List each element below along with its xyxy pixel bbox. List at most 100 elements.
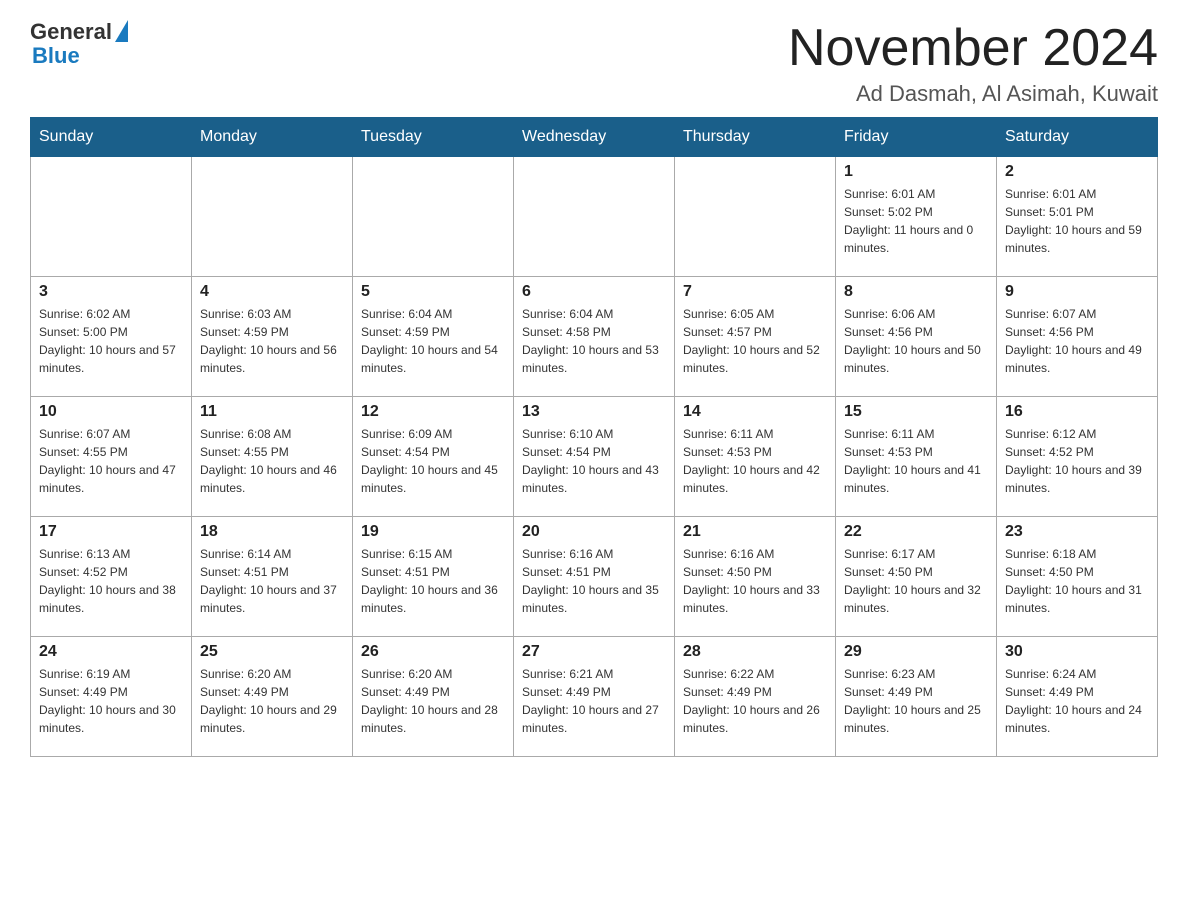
calendar-cell: 13 Sunrise: 6:10 AMSunset: 4:54 PMDayligh… xyxy=(514,397,675,517)
day-info: Sunrise: 6:11 AMSunset: 4:53 PMDaylight:… xyxy=(844,425,988,497)
calendar-cell: 20Sunrise: 6:16 AMSunset: 4:51 PMDayligh… xyxy=(514,517,675,637)
day-info: Sunrise: 6:18 AMSunset: 4:50 PMDaylight:… xyxy=(1005,545,1149,617)
day-number: 29 xyxy=(844,643,988,661)
day-number: 17 xyxy=(39,523,183,541)
day-info: Sunrise: 6:02 AMSunset: 5:00 PMDaylight:… xyxy=(39,305,183,377)
day-number: 18 xyxy=(200,523,344,541)
day-info: Sunrise: 6:01 AMSunset: 5:01 PMDaylight:… xyxy=(1005,185,1149,257)
day-info: Sunrise: 6:08 AMSunset: 4:55 PMDaylight:… xyxy=(200,425,344,497)
calendar-table: SundayMondayTuesdayWednesdayThursdayFrid… xyxy=(30,117,1158,757)
day-number: 14 xyxy=(683,403,827,421)
day-info: Sunrise: 6:10 AMSunset: 4:54 PMDaylight:… xyxy=(522,425,666,497)
calendar-cell: 12 Sunrise: 6:09 AMSunset: 4:54 PMDayligh… xyxy=(353,397,514,517)
calendar-cell: 14 Sunrise: 6:11 AMSunset: 4:53 PMDayligh… xyxy=(675,397,836,517)
calendar-cell: 28 Sunrise: 6:22 AMSunset: 4:49 PMDayligh… xyxy=(675,637,836,757)
weekday-header-monday: Monday xyxy=(192,118,353,157)
day-number: 23 xyxy=(1005,523,1149,541)
logo-text: General Blue xyxy=(30,20,128,68)
day-number: 6 xyxy=(522,283,666,301)
calendar-cell: 16 Sunrise: 6:12 AMSunset: 4:52 PMDayligh… xyxy=(997,397,1158,517)
calendar-cell xyxy=(514,157,675,277)
calendar-cell: 9Sunrise: 6:07 AMSunset: 4:56 PMDaylight… xyxy=(997,277,1158,397)
day-info: Sunrise: 6:11 AMSunset: 4:53 PMDaylight:… xyxy=(683,425,827,497)
day-info: Sunrise: 6:01 AMSunset: 5:02 PMDaylight:… xyxy=(844,185,988,257)
weekday-header-saturday: Saturday xyxy=(997,118,1158,157)
day-number: 19 xyxy=(361,523,505,541)
day-info: Sunrise: 6:06 AMSunset: 4:56 PMDaylight:… xyxy=(844,305,988,377)
weekday-header-sunday: Sunday xyxy=(31,118,192,157)
logo-blue: Blue xyxy=(30,43,80,68)
calendar-cell: 27 Sunrise: 6:21 AMSunset: 4:49 PMDayligh… xyxy=(514,637,675,757)
day-number: 26 xyxy=(361,643,505,661)
calendar-week-4: 17 Sunrise: 6:13 AMSunset: 4:52 PMDayligh… xyxy=(31,517,1158,637)
day-info: Sunrise: 6:09 AMSunset: 4:54 PMDaylight:… xyxy=(361,425,505,497)
day-info: Sunrise: 6:15 AMSunset: 4:51 PMDaylight:… xyxy=(361,545,505,617)
calendar-cell: 21 Sunrise: 6:16 AMSunset: 4:50 PMDayligh… xyxy=(675,517,836,637)
day-number: 3 xyxy=(39,283,183,301)
day-info: Sunrise: 6:17 AMSunset: 4:50 PMDaylight:… xyxy=(844,545,988,617)
day-number: 9 xyxy=(1005,283,1149,301)
calendar-cell: 30 Sunrise: 6:24 AMSunset: 4:49 PMDayligh… xyxy=(997,637,1158,757)
calendar-cell: 11Sunrise: 6:08 AMSunset: 4:55 PMDayligh… xyxy=(192,397,353,517)
calendar-body: 1Sunrise: 6:01 AMSunset: 5:02 PMDaylight… xyxy=(31,157,1158,757)
calendar-cell: 4 Sunrise: 6:03 AMSunset: 4:59 PMDaylight… xyxy=(192,277,353,397)
calendar-cell: 23 Sunrise: 6:18 AMSunset: 4:50 PMDayligh… xyxy=(997,517,1158,637)
calendar-week-1: 1Sunrise: 6:01 AMSunset: 5:02 PMDaylight… xyxy=(31,157,1158,277)
day-number: 25 xyxy=(200,643,344,661)
day-info: Sunrise: 6:19 AMSunset: 4:49 PMDaylight:… xyxy=(39,665,183,737)
calendar-cell: 2Sunrise: 6:01 AMSunset: 5:01 PMDaylight… xyxy=(997,157,1158,277)
day-number: 12 xyxy=(361,403,505,421)
calendar-cell: 6 Sunrise: 6:04 AMSunset: 4:58 PMDaylight… xyxy=(514,277,675,397)
calendar-week-2: 3 Sunrise: 6:02 AMSunset: 5:00 PMDaylight… xyxy=(31,277,1158,397)
day-info: Sunrise: 6:04 AMSunset: 4:58 PMDaylight:… xyxy=(522,305,666,377)
day-number: 13 xyxy=(522,403,666,421)
logo-general: General xyxy=(30,19,112,44)
calendar-cell: 8 Sunrise: 6:06 AMSunset: 4:56 PMDaylight… xyxy=(836,277,997,397)
calendar-cell: 24 Sunrise: 6:19 AMSunset: 4:49 PMDayligh… xyxy=(31,637,192,757)
day-info: Sunrise: 6:14 AMSunset: 4:51 PMDaylight:… xyxy=(200,545,344,617)
weekday-header-wednesday: Wednesday xyxy=(514,118,675,157)
calendar-cell xyxy=(31,157,192,277)
calendar-cell xyxy=(192,157,353,277)
day-info: Sunrise: 6:13 AMSunset: 4:52 PMDaylight:… xyxy=(39,545,183,617)
day-info: Sunrise: 6:16 AMSunset: 4:50 PMDaylight:… xyxy=(683,545,827,617)
calendar-title: November 2024 xyxy=(788,20,1158,77)
calendar-cell: 10Sunrise: 6:07 AMSunset: 4:55 PMDayligh… xyxy=(31,397,192,517)
calendar-cell: 25Sunrise: 6:20 AMSunset: 4:49 PMDayligh… xyxy=(192,637,353,757)
weekday-header-thursday: Thursday xyxy=(675,118,836,157)
calendar-cell: 7 Sunrise: 6:05 AMSunset: 4:57 PMDaylight… xyxy=(675,277,836,397)
calendar-cell: 18 Sunrise: 6:14 AMSunset: 4:51 PMDayligh… xyxy=(192,517,353,637)
calendar-cell xyxy=(353,157,514,277)
calendar-cell: 26Sunrise: 6:20 AMSunset: 4:49 PMDayligh… xyxy=(353,637,514,757)
day-number: 27 xyxy=(522,643,666,661)
day-number: 4 xyxy=(200,283,344,301)
day-number: 10 xyxy=(39,403,183,421)
weekday-header-row: SundayMondayTuesdayWednesdayThursdayFrid… xyxy=(31,118,1158,157)
day-info: Sunrise: 6:24 AMSunset: 4:49 PMDaylight:… xyxy=(1005,665,1149,737)
day-number: 20 xyxy=(522,523,666,541)
day-info: Sunrise: 6:05 AMSunset: 4:57 PMDaylight:… xyxy=(683,305,827,377)
day-number: 22 xyxy=(844,523,988,541)
day-info: Sunrise: 6:03 AMSunset: 4:59 PMDaylight:… xyxy=(200,305,344,377)
calendar-cell: 22 Sunrise: 6:17 AMSunset: 4:50 PMDayligh… xyxy=(836,517,997,637)
calendar-cell: 29Sunrise: 6:23 AMSunset: 4:49 PMDayligh… xyxy=(836,637,997,757)
logo-triangle-icon xyxy=(115,20,128,42)
calendar-cell: 17 Sunrise: 6:13 AMSunset: 4:52 PMDayligh… xyxy=(31,517,192,637)
day-number: 30 xyxy=(1005,643,1149,661)
day-info: Sunrise: 6:22 AMSunset: 4:49 PMDaylight:… xyxy=(683,665,827,737)
day-number: 24 xyxy=(39,643,183,661)
calendar-week-5: 24 Sunrise: 6:19 AMSunset: 4:49 PMDayligh… xyxy=(31,637,1158,757)
day-number: 8 xyxy=(844,283,988,301)
calendar-cell: 1Sunrise: 6:01 AMSunset: 5:02 PMDaylight… xyxy=(836,157,997,277)
day-number: 7 xyxy=(683,283,827,301)
calendar-header: SundayMondayTuesdayWednesdayThursdayFrid… xyxy=(31,118,1158,157)
day-info: Sunrise: 6:12 AMSunset: 4:52 PMDaylight:… xyxy=(1005,425,1149,497)
day-number: 16 xyxy=(1005,403,1149,421)
calendar-cell: 15 Sunrise: 6:11 AMSunset: 4:53 PMDayligh… xyxy=(836,397,997,517)
logo: General Blue xyxy=(30,20,128,68)
day-number: 28 xyxy=(683,643,827,661)
day-info: Sunrise: 6:21 AMSunset: 4:49 PMDaylight:… xyxy=(522,665,666,737)
day-number: 15 xyxy=(844,403,988,421)
day-number: 21 xyxy=(683,523,827,541)
weekday-header-friday: Friday xyxy=(836,118,997,157)
